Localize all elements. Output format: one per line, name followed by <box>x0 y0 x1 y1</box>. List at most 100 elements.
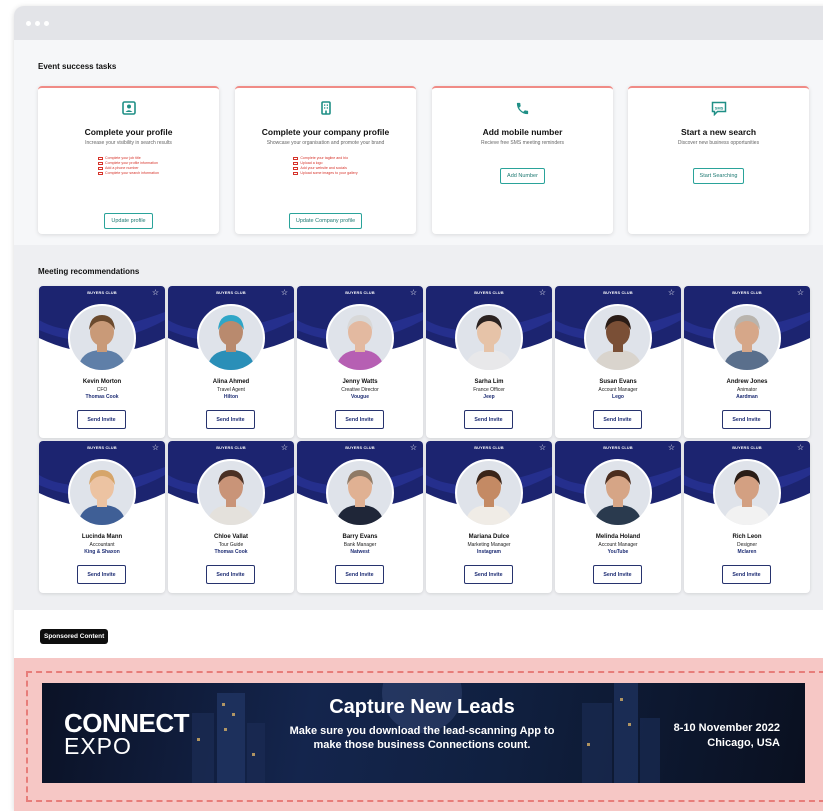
star-favorite-icon[interactable]: ☆ <box>539 443 546 453</box>
avatar <box>197 304 265 372</box>
send-invite-button[interactable]: Send Invite <box>335 565 384 584</box>
buyers-club-label: BUYERS CLUB <box>732 446 762 450</box>
person-company: King & Shaxon <box>84 549 120 555</box>
task-checklist: Complete your tagline and bio Upload a l… <box>293 156 358 176</box>
star-favorite-icon[interactable]: ☆ <box>152 443 159 453</box>
send-invite-button[interactable]: Send Invite <box>464 565 513 584</box>
avatar <box>68 459 136 527</box>
person-card[interactable]: BUYERS CLUB ☆ Andrew Jones Animator Aardman S… <box>684 286 810 438</box>
person-card[interactable]: BUYERS CLUB ☆ Barry Evans Bank Manager Natwe… <box>297 441 423 593</box>
phone-icon <box>515 100 531 116</box>
person-card[interactable]: BUYERS CLUB ☆ Kevin Morton CFO Thomas Cook Se… <box>39 286 165 438</box>
buyers-club-label: BUYERS CLUB <box>345 291 375 295</box>
checklist-item[interactable]: Complete your search information <box>98 171 159 176</box>
person-card[interactable]: BUYERS CLUB ☆ Alina Ahmed Travel Agent Hilto… <box>168 286 294 438</box>
person-card[interactable]: BUYERS CLUB ☆ Chloe Vallat Tour Guide Thomas… <box>168 441 294 593</box>
person-role: Designer <box>736 542 757 548</box>
send-invite-button[interactable]: Send Invite <box>335 410 384 429</box>
checkbox-icon <box>293 171 299 176</box>
avatar <box>713 459 781 527</box>
person-name: Andrew Jones <box>726 379 768 385</box>
send-invite-button[interactable]: Send Invite <box>77 410 126 429</box>
task-title: Add mobile number <box>482 127 563 137</box>
send-invite-button[interactable]: Send Invite <box>593 410 642 429</box>
avatar <box>197 459 265 527</box>
buyers-club-label: BUYERS CLUB <box>216 291 246 295</box>
send-invite-button[interactable]: Send Invite <box>206 410 255 429</box>
person-name: Alina Ahmed <box>212 379 250 385</box>
add-number-button[interactable]: Add Number <box>500 168 545 184</box>
person-card[interactable]: BUYERS CLUB ☆ Melinda Holand Account Manage… <box>555 441 681 593</box>
person-role: Creative Director <box>341 387 379 393</box>
person-name: Kevin Morton <box>82 379 122 385</box>
person-card[interactable]: BUYERS CLUB ☆ Rich Leon Designer Mclaren Send… <box>684 441 810 593</box>
buyers-club-label: BUYERS CLUB <box>603 291 633 295</box>
window-dot-icon <box>44 20 49 26</box>
building-icon <box>318 100 334 116</box>
person-role: Accountant <box>89 542 115 548</box>
buyers-club-label: BUYERS CLUB <box>603 446 633 450</box>
chat-sms-icon: SMS <box>711 100 727 116</box>
send-invite-button[interactable]: Send Invite <box>464 410 513 429</box>
person-card[interactable]: BUYERS CLUB ☆ Susan Evans Account Manager Le… <box>555 286 681 438</box>
checkbox-icon <box>293 161 299 166</box>
person-company: Thomas Cook <box>85 394 119 400</box>
window-dot-icon <box>26 20 31 26</box>
star-favorite-icon[interactable]: ☆ <box>539 288 546 298</box>
person-card[interactable]: BUYERS CLUB ☆ Jenny Watts Creative Director… <box>297 286 423 438</box>
star-favorite-icon[interactable]: ☆ <box>281 288 288 298</box>
svg-text:SMS: SMS <box>714 105 723 110</box>
person-name: Rich Leon <box>732 534 762 540</box>
buyers-club-label: BUYERS CLUB <box>345 446 375 450</box>
start-searching-button[interactable]: Start Searching <box>692 168 745 184</box>
person-company: Mclaren <box>737 549 757 555</box>
checkbox-icon <box>98 166 104 171</box>
update-profile-button[interactable]: Update profile <box>104 213 153 229</box>
buyers-club-label: BUYERS CLUB <box>87 291 117 295</box>
person-name: Barry Evans <box>342 534 378 540</box>
person-card[interactable]: BUYERS CLUB ☆ Sarha Lim France Officer Jeep S… <box>426 286 552 438</box>
task-checklist: Complete your job title Complete your pr… <box>98 156 159 176</box>
ad-body: Make sure you download the lead-scanning… <box>289 725 555 751</box>
send-invite-button[interactable]: Send Invite <box>722 410 771 429</box>
ad-location: Chicago, USA <box>707 737 780 749</box>
star-favorite-icon[interactable]: ☆ <box>797 288 804 298</box>
ad-date-location: 8-10 November 2022 Chicago, USA <box>674 721 780 751</box>
ad-brand-expo: EXPO <box>64 733 132 759</box>
star-favorite-icon[interactable]: ☆ <box>668 443 675 453</box>
update-company-profile-button[interactable]: Update Company profile <box>288 213 363 229</box>
task-card-profile: Complete your profile Increase your visi… <box>38 86 219 234</box>
ad-banner[interactable]: CONNECT EXPO Capture New Leads Make sure… <box>42 683 805 783</box>
send-invite-button[interactable]: Send Invite <box>593 565 642 584</box>
buyers-club-label: BUYERS CLUB <box>87 446 117 450</box>
star-favorite-icon[interactable]: ☆ <box>152 288 159 298</box>
person-card[interactable]: BUYERS CLUB ☆ Mariana Dulce Marketing Manag… <box>426 441 552 593</box>
task-subtitle: Increase your visibility in search resul… <box>85 140 172 146</box>
person-company: Vougue <box>351 394 369 400</box>
person-card[interactable]: BUYERS CLUB ☆ Lucinda Mann Accountant King &… <box>39 441 165 593</box>
send-invite-button[interactable]: Send Invite <box>722 565 771 584</box>
checklist-item[interactable]: Upload some images to your gallery <box>293 171 358 176</box>
task-title: Complete your company profile <box>261 127 390 137</box>
person-role: Animator <box>736 387 757 393</box>
star-favorite-icon[interactable]: ☆ <box>281 443 288 453</box>
ad-date: 8-10 November 2022 <box>673 722 780 734</box>
person-role: CFO <box>96 387 108 393</box>
person-name: Mariana Dulce <box>468 534 510 540</box>
star-favorite-icon[interactable]: ☆ <box>410 288 417 298</box>
send-invite-button[interactable]: Send Invite <box>77 565 126 584</box>
person-name: Chloe Vallat <box>213 534 248 540</box>
person-company: YouTube <box>607 549 629 555</box>
avatar <box>455 459 523 527</box>
send-invite-button[interactable]: Send Invite <box>206 565 255 584</box>
person-role: Tour Guide <box>218 542 244 548</box>
checkbox-icon <box>98 171 104 176</box>
buyers-club-label: BUYERS CLUB <box>474 291 504 295</box>
star-favorite-icon[interactable]: ☆ <box>797 443 804 453</box>
person-name: Susan Evans <box>599 379 637 385</box>
avatar <box>326 304 394 372</box>
window-titlebar <box>14 6 823 40</box>
star-favorite-icon[interactable]: ☆ <box>410 443 417 453</box>
event-success-tasks: Event success tasks Complete your profil… <box>14 40 823 245</box>
star-favorite-icon[interactable]: ☆ <box>668 288 675 298</box>
